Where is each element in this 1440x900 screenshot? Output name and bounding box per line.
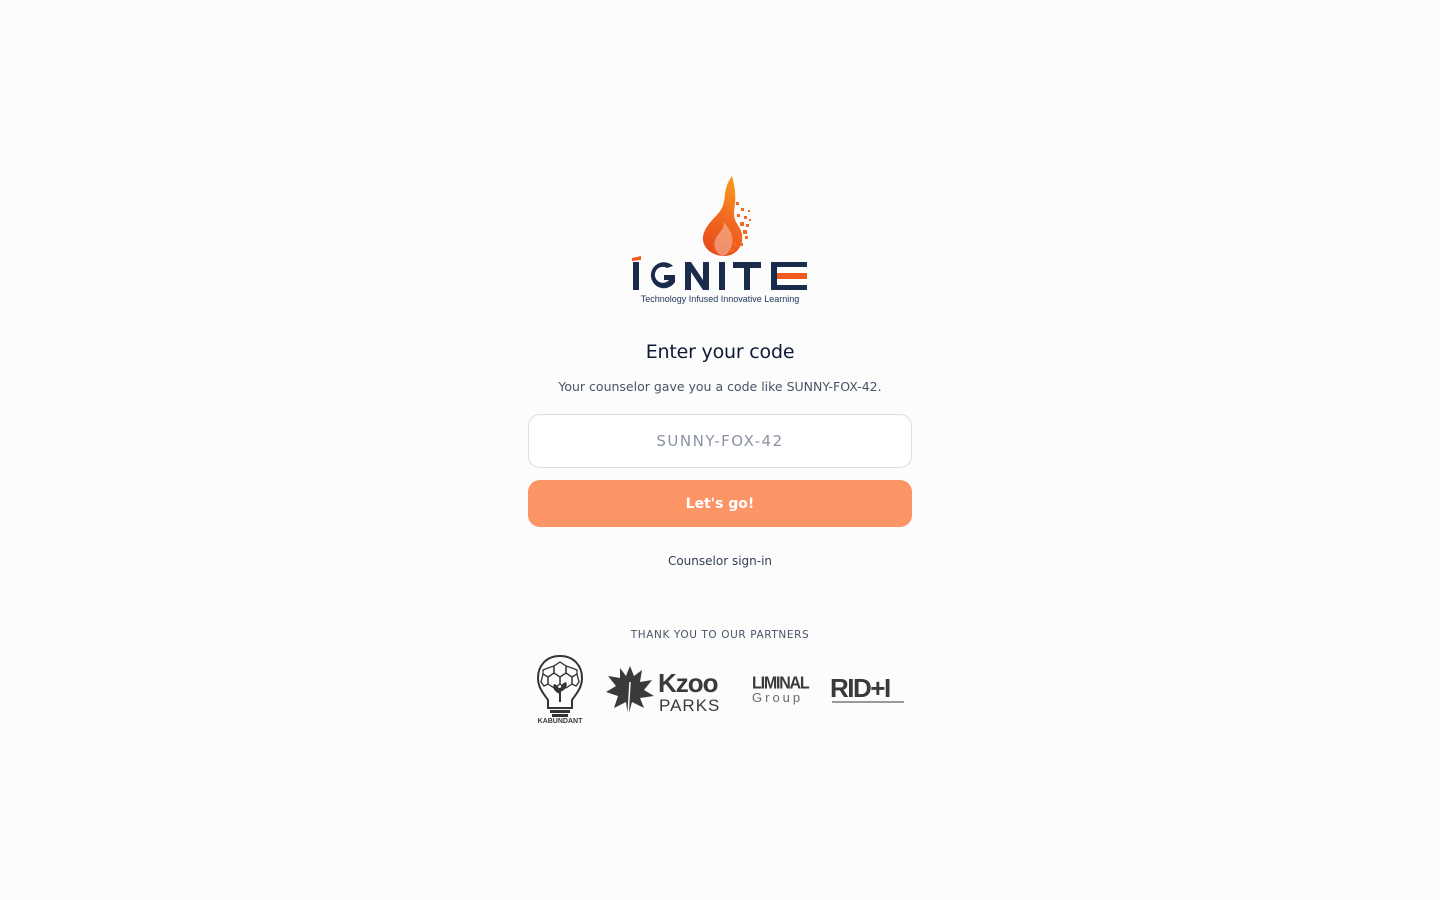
- partner-kabundant-name: KABUNDANT: [537, 718, 583, 725]
- lightbulb-icon: [536, 654, 584, 717]
- partner-kzoo-sub: PARKS: [659, 696, 721, 715]
- partner-liminal-sub: Group: [752, 690, 804, 705]
- partner-ridi-logo: RID+I: [830, 674, 906, 708]
- page-title: Enter your code: [645, 341, 795, 363]
- partner-kabundant-logo: KABUNDANT: [534, 654, 586, 730]
- brand-tagline: Technology Infused Innovative Learning: [640, 294, 800, 304]
- partner-kzoo-name: Kzoo: [658, 668, 719, 698]
- code-input[interactable]: [528, 414, 912, 468]
- flame-icon: [702, 176, 751, 256]
- code-entry-page: Technology Infused Innovative Learning E…: [0, 0, 1440, 900]
- partner-kzoo-parks-logo: Kzoo PARKS: [604, 662, 732, 718]
- partners-heading: THANK YOU TO OUR PARTNERS: [630, 629, 810, 641]
- leaf-icon: [606, 666, 654, 717]
- partner-ridi-name: RID+I: [830, 673, 891, 703]
- counselor-sign-in-link[interactable]: Counselor sign-in: [528, 553, 912, 569]
- partner-liminal-logo: LIMINAL Group: [750, 674, 812, 708]
- lets-go-button[interactable]: Let's go!: [528, 480, 912, 527]
- partner-ridi-fineprint: [832, 701, 904, 703]
- ignite-wordmark: [632, 256, 807, 290]
- page-subtitle: Your counselor gave you a code like SUNN…: [558, 379, 882, 394]
